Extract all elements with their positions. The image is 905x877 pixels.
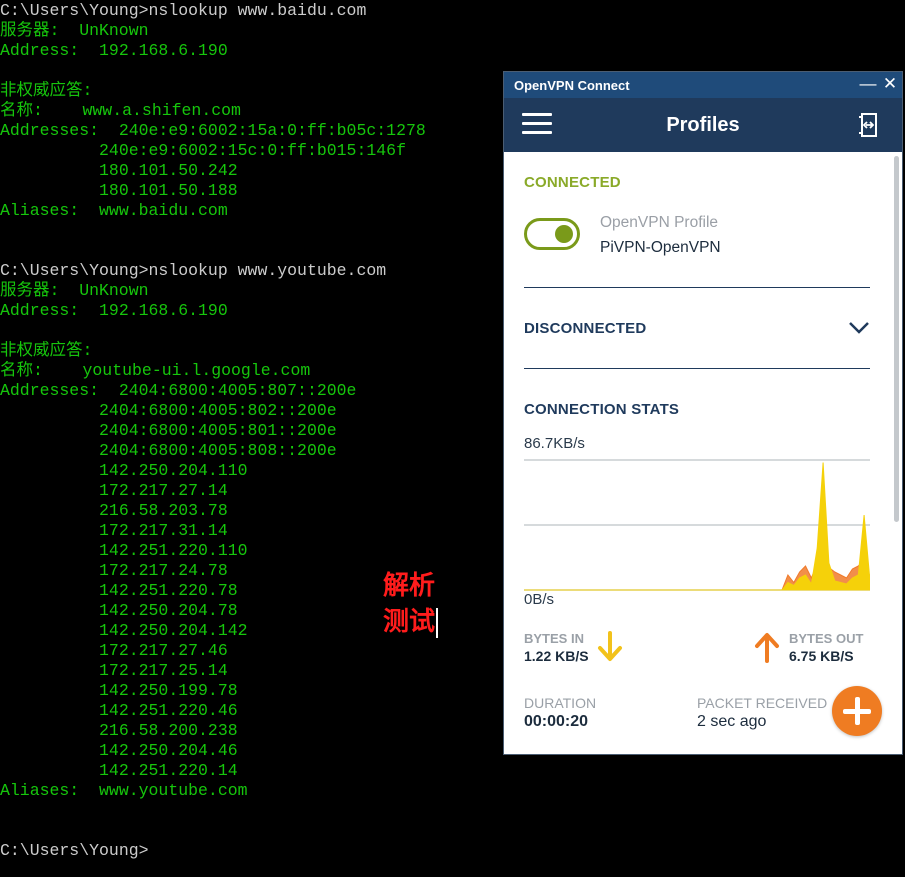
bytes-out-caption: BYTES OUT [789, 631, 864, 646]
bytes-in-caption: BYTES IN [524, 631, 584, 646]
terminal-output-line: 172.217.31.14 [0, 521, 228, 540]
terminal-prompt-line: C:\Users\Young>nslookup www.youtube.com [0, 261, 387, 280]
terminal-output-line: 142.250.204.78 [0, 601, 238, 620]
chart-series-bytes-in [524, 462, 870, 591]
bytes-out-value: 6.75 KB/S [789, 648, 854, 664]
terminal-output-line: 180.101.50.242 [0, 161, 238, 180]
terminal-output-line: 服务器: UnKnown [0, 281, 149, 300]
terminal-output-line: 名称: youtube-ui.l.google.com [0, 361, 311, 380]
traffic-chart-svg [524, 459, 870, 591]
terminal-output-line: 服务器: UnKnown [0, 21, 149, 40]
openvpn-window: OpenVPN Connect — ✕ Profiles CONNECTED O… [503, 71, 903, 755]
terminal-output-line: Aliases: www.youtube.com [0, 781, 248, 800]
terminal-output-line: 非权威应答: [0, 341, 93, 360]
connection-toggle[interactable] [524, 218, 580, 250]
connection-stats-label: CONNECTION STATS [524, 401, 680, 418]
terminal-output-line: Addresses: 240e:e9:6002:15a:0:ff:b05c:12… [0, 121, 426, 140]
annotation-text: 解析 测试 [383, 568, 439, 640]
terminal-output-line: 240e:e9:6002:15c:0:ff:b015:146f [0, 141, 406, 160]
profile-name[interactable]: PiVPN-OpenVPN [600, 239, 721, 257]
terminal-output-line: 2404:6800:4005:808::200e [0, 441, 337, 460]
page-title: Profiles [666, 114, 740, 136]
annotation-line-1: 解析 [383, 571, 436, 601]
chart-min-label: 0B/s [524, 591, 555, 608]
divider [524, 368, 870, 369]
window-titlebar[interactable]: OpenVPN Connect — ✕ [504, 72, 902, 98]
profile-type-label: OpenVPN Profile [600, 214, 719, 231]
annotation-line-2: 测试 [383, 607, 436, 637]
arrow-up-icon [753, 630, 781, 664]
arrow-down-icon [596, 630, 624, 664]
text-cursor [436, 607, 439, 638]
terminal-output-line: 142.250.204.110 [0, 461, 248, 480]
terminal-output-line: 142.250.199.78 [0, 681, 238, 700]
terminal-output-line: 142.251.220.110 [0, 541, 248, 560]
terminal-output-line: 142.251.220.14 [0, 761, 238, 780]
terminal-output-line: 名称: www.a.shifen.com [0, 101, 241, 120]
terminal-window[interactable]: C:\Users\Young>nslookup www.baidu.com 服务器… [0, 0, 500, 877]
terminal-prompt-line: C:\Users\Young> [0, 841, 149, 860]
packet-received-caption: PACKET RECEIVED [697, 695, 828, 711]
terminal-output-line: 172.217.25.14 [0, 661, 228, 680]
connected-status-label: CONNECTED [524, 174, 621, 191]
import-profile-icon[interactable] [856, 111, 882, 139]
traffic-chart: 86.7KB/s 0B/s [524, 427, 870, 608]
bytes-in-value: 1.22 KB/S [524, 648, 589, 664]
terminal-prompt-line: C:\Users\Young>nslookup www.baidu.com [0, 1, 367, 20]
profiles-content: CONNECTED OpenVPN Profile PiVPN-OpenVPN … [504, 152, 902, 754]
packet-received-value: 2 sec ago [697, 713, 767, 730]
disconnected-section-label[interactable]: DISCONNECTED [524, 320, 646, 337]
chevron-down-icon[interactable] [848, 320, 870, 336]
terminal-output-line: 216.58.203.78 [0, 501, 228, 520]
minimize-button[interactable]: — [858, 74, 878, 94]
terminal-output-line: 非权威应答: [0, 81, 93, 100]
chart-max-label: 86.7KB/s [524, 435, 585, 452]
terminal-output-line: 172.217.24.78 [0, 561, 228, 580]
terminal-output-line: 142.250.204.142 [0, 621, 248, 640]
app-header: Profiles [504, 98, 902, 152]
terminal-output-line: Address: 192.168.6.190 [0, 301, 228, 320]
divider [524, 287, 870, 288]
terminal-output-line: 142.251.220.78 [0, 581, 238, 600]
terminal-output-line: Address: 192.168.6.190 [0, 41, 228, 60]
window-title: OpenVPN Connect [514, 78, 630, 93]
terminal-output-line: 216.58.200.238 [0, 721, 238, 740]
terminal-output-line: 2404:6800:4005:801::200e [0, 421, 337, 440]
terminal-output-line: 172.217.27.14 [0, 481, 228, 500]
close-button[interactable]: ✕ [880, 74, 900, 94]
terminal-output-line: 142.251.220.46 [0, 701, 238, 720]
terminal-output-line: Addresses: 2404:6800:4005:807::200e [0, 381, 357, 400]
terminal-output-line: 2404:6800:4005:802::200e [0, 401, 337, 420]
duration-value: 00:00:20 [524, 713, 589, 730]
duration-caption: DURATION [524, 695, 597, 711]
terminal-output-line: 142.250.204.46 [0, 741, 238, 760]
terminal-output-line: 172.217.27.46 [0, 641, 228, 660]
terminal-output-line: Aliases: www.baidu.com [0, 201, 228, 220]
toggle-knob [555, 225, 573, 243]
add-profile-button[interactable] [832, 686, 882, 736]
terminal-output-line: 180.101.50.188 [0, 181, 238, 200]
scrollbar[interactable] [894, 156, 899, 522]
